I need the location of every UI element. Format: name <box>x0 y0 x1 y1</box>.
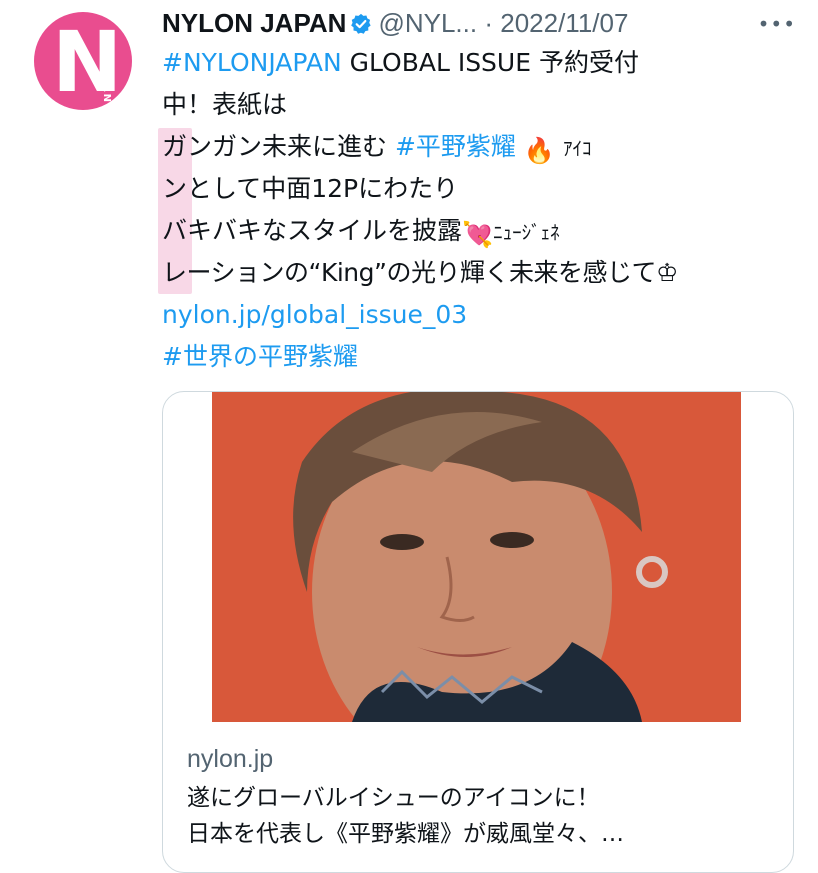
verified-badge-icon <box>351 13 372 34</box>
tweet-line-small-text: ﾆｭｰｼﾞｪﾈ <box>493 222 560 244</box>
handle[interactable]: @NYL... <box>378 8 477 38</box>
portrait-photo-image <box>212 392 741 722</box>
card-description: 遂にグローバルイシューのアイコンに！ 日本を代表し《平野紫耀》が威風堂々、… <box>187 780 777 852</box>
tweet-header: NYLON JAPAN @NYL... · 2022/11/07 <box>162 6 802 40</box>
tweet-line-text: レーションの“King”の光り輝く未来を感じて♔ <box>162 258 678 287</box>
tweet-line-text: ガンガン未来に進む <box>162 132 395 161</box>
separator-dot: · <box>484 8 493 38</box>
account-name[interactable]: NYLON JAPAN <box>162 8 346 38</box>
card-photo[interactable] <box>212 392 741 722</box>
tweet-text: #NYLONJAPAN GLOBAL ISSUE 予約受付 中！表紙は ガンガン… <box>162 42 798 378</box>
card-description-line-1: 遂にグローバルイシューのアイコンに！ <box>187 785 600 811</box>
tweet-line-1: #NYLONJAPAN GLOBAL ISSUE 予約受付 <box>162 42 798 84</box>
card-domain: nylon.jp <box>187 745 274 773</box>
avatar[interactable]: N JAPAN <box>34 12 132 110</box>
hashtag-link[interactable]: #世界の平野紫耀 <box>162 342 358 371</box>
tweet-line-text: 中！表紙は <box>162 90 288 119</box>
heart-arrow-emoji-icon: 💘 <box>462 220 494 249</box>
more-options-icon[interactable]: ••• <box>758 12 796 36</box>
avatar-logo-side-text: JAPAN <box>101 60 112 104</box>
hashtag-link[interactable]: #NYLONJAPAN <box>162 48 342 77</box>
tweet-hashtag-line: #世界の平野紫耀 <box>162 336 798 378</box>
tweet-url-line: nylon.jp/global_issue_03 <box>162 294 798 336</box>
tweet-date[interactable]: 2022/11/07 <box>500 8 628 38</box>
tweet-line-2: 中！表紙は <box>162 84 798 126</box>
tweet-line-5: バキバキなスタイルを披露💘ﾆｭｰｼﾞｪﾈ <box>162 210 798 252</box>
link-preview-card[interactable]: nylon.jp 遂にグローバルイシューのアイコンに！ 日本を代表し《平野紫耀》… <box>162 391 794 873</box>
tweet-line-4: ンとして中面12Pにわたり <box>162 168 798 210</box>
url-link[interactable]: nylon.jp/global_issue_03 <box>162 300 467 329</box>
tweet-line-small-text: ｱｲｺ <box>562 138 592 160</box>
hashtag-link[interactable]: #平野紫耀 <box>395 132 516 161</box>
tweet-line-text: ンとして中面12Pにわたり <box>162 174 459 203</box>
tweet-line-6: レーションの“King”の光り輝く未来を感じて♔ <box>162 252 798 294</box>
tweet-line-3: ガンガン未来に進む #平野紫耀 🔥 ｱｲｺ <box>162 126 798 168</box>
fire-emoji-icon: 🔥 <box>523 136 555 165</box>
tweet-line-text: GLOBAL ISSUE 予約受付 <box>341 48 639 77</box>
card-description-line-2: 日本を代表し《平野紫耀》が威風堂々、… <box>187 821 624 847</box>
tweet-line-text: バキバキなスタイルを披露 <box>162 216 463 245</box>
